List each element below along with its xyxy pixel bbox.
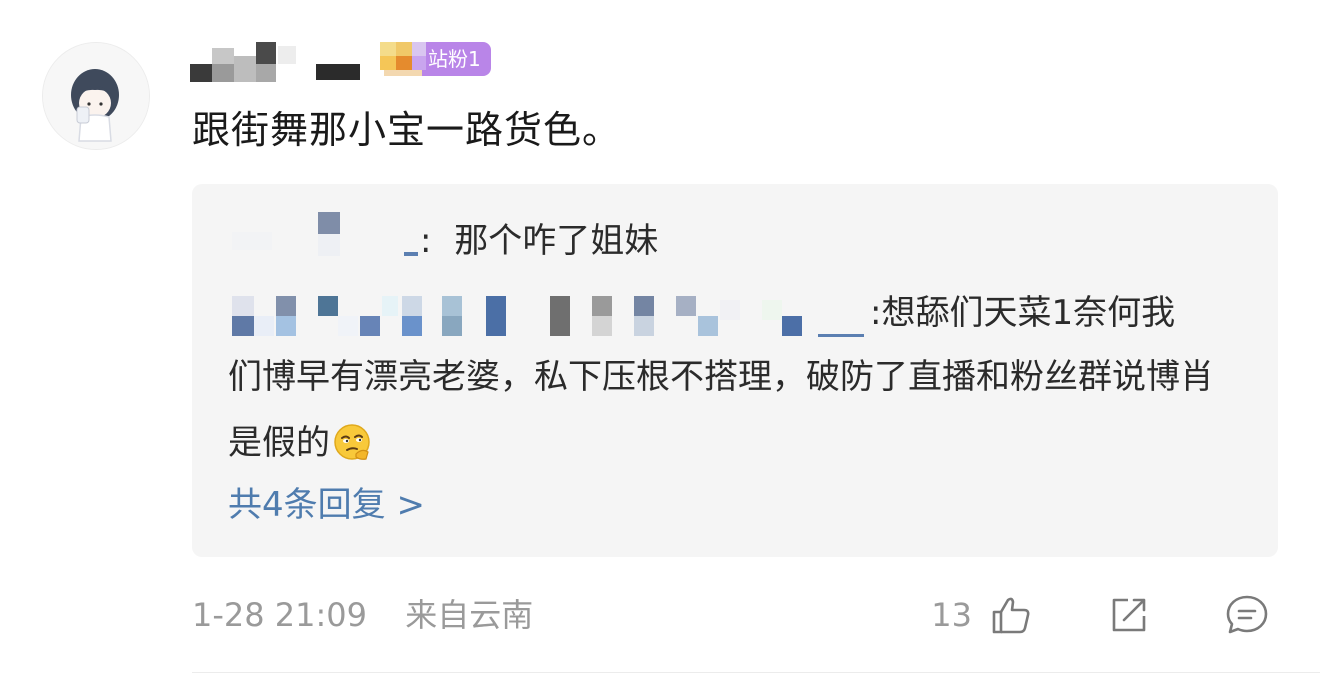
avatar-image — [43, 43, 149, 149]
avatar[interactable] — [42, 42, 150, 150]
comment-meta: 1-28 21:09 来自云南 — [192, 592, 533, 638]
replies-panel[interactable]: : 那个咋了姐妹:想舔们天菜1奈何我 们博早有漂亮老婆，私下压根不搭理，破防了… — [192, 184, 1278, 557]
comment-actions: 13 — [931, 592, 1270, 638]
reply1-separator: : — [420, 221, 432, 261]
share-icon[interactable] — [1106, 592, 1152, 638]
reply2-text: 们博早有漂亮老婆，私下压根不搭理，破防了直播和粉丝群说博肖是假的 — [228, 344, 1238, 476]
reply2-text-first-line: :想舔们天菜1奈何我 — [870, 293, 1176, 333]
thumbs-up-icon[interactable] — [988, 592, 1034, 638]
reply1-text: : 那个咋了姐妹 — [420, 210, 658, 272]
view-more-replies-link[interactable]: 共4条回复 > — [228, 480, 425, 530]
reply2-content: 们博早有漂亮老婆，私下压根不搭理，破防了直播和粉丝群说博肖是假的 — [228, 357, 1214, 463]
fan-badge[interactable]: 站粉1 — [380, 42, 491, 76]
timestamp: 1-28 21:09 — [192, 596, 368, 634]
comment-text: 跟街舞那小宝一路货色。 — [192, 108, 622, 152]
reply1-username-redacted[interactable] — [232, 208, 422, 260]
badge-label: 站粉1 — [422, 42, 491, 76]
reply1-content: 那个咋了姐妹 — [454, 221, 659, 261]
thinking-face-emoji-icon — [332, 418, 372, 460]
comment-icon[interactable] — [1224, 592, 1270, 638]
divider — [192, 672, 1320, 673]
badge-icon — [380, 42, 426, 76]
location: 来自云南 — [405, 596, 534, 634]
comment-item: 站粉1 跟街舞那小宝一路货色。 : 那个咋了姐妹:想舔们天菜1奈何我 们博早有… — [0, 0, 1320, 689]
like-count: 13 — [931, 596, 972, 634]
username-redacted[interactable] — [190, 42, 360, 82]
reply2-usernames-redacted[interactable] — [232, 294, 872, 338]
